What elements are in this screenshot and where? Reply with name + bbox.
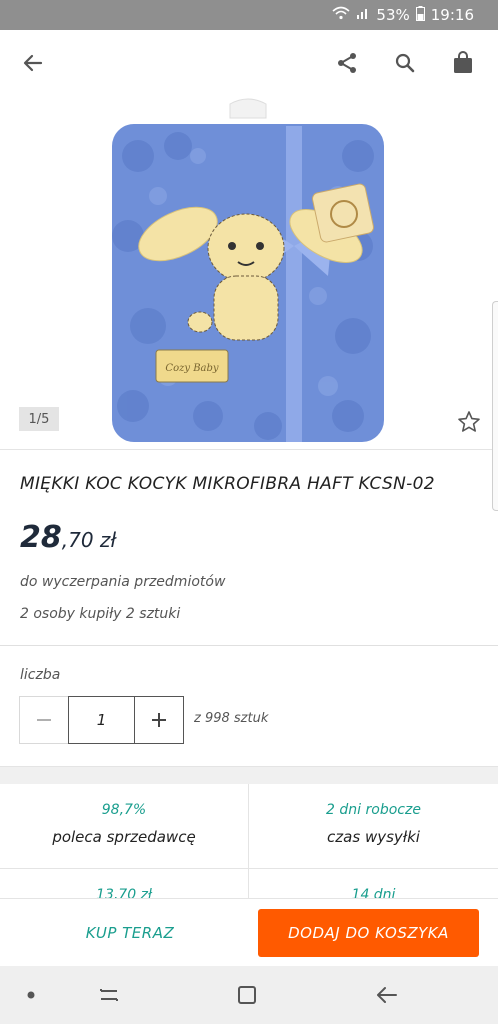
search-icon <box>395 53 415 73</box>
cart-button[interactable] <box>444 44 482 82</box>
dot-icon <box>27 991 35 999</box>
stat-value: 98,7% <box>101 802 147 818</box>
blanket-label-text: Cozy Baby <box>165 363 218 374</box>
home-square-icon <box>238 986 256 1004</box>
minus-icon <box>37 719 51 721</box>
quantity-label: liczba <box>20 667 61 683</box>
price-cents: ,70 zł <box>61 528 117 552</box>
star-outline-icon <box>458 411 480 432</box>
back-button[interactable] <box>14 44 52 82</box>
wifi-icon <box>332 6 350 24</box>
divider <box>0 645 498 646</box>
product-gallery[interactable]: Cozy Baby <box>0 96 498 511</box>
buy-now-button[interactable]: KUP TERAZ <box>20 909 240 957</box>
battery-percent: 53% <box>376 6 410 24</box>
action-bar: KUP TERAZ DODAJ DO KOSZYKA <box>0 898 498 966</box>
clock: 19:16 <box>430 6 474 24</box>
product-title: MIĘKKI KOC KOCYK MIKROFIBRA HAFT KCSN-02 <box>20 474 435 494</box>
recent-apps-button[interactable] <box>94 980 124 1010</box>
stat-recommend[interactable]: 98,7% poleca sprzedawcę <box>0 784 249 869</box>
decrement-button[interactable] <box>19 696 68 744</box>
stat-label: poleca sprzedawcę <box>52 828 196 846</box>
share-button[interactable] <box>328 44 366 82</box>
stat-label: czas wysyłki <box>327 828 420 846</box>
quantity-stepper: 1 <box>19 696 184 744</box>
gallery-scroll-handle[interactable] <box>492 301 498 511</box>
add-to-cart-button[interactable]: DODAJ DO KOSZYKA <box>258 909 479 957</box>
favorite-button[interactable] <box>455 408 483 436</box>
image-counter: 1/5 <box>19 407 59 431</box>
shopping-bag-icon <box>454 51 472 73</box>
signal-icon <box>356 6 370 24</box>
system-back-button[interactable] <box>372 980 402 1010</box>
stat-shipping-time[interactable]: 2 dni robocze czas wysyłki <box>249 784 498 869</box>
price-main: 28 <box>20 520 62 555</box>
nav-dot-button[interactable] <box>16 980 46 1010</box>
increment-button[interactable] <box>135 696 184 744</box>
app-bar <box>0 30 498 96</box>
product-photo[interactable]: Cozy Baby <box>88 96 408 446</box>
back-arrow-icon <box>23 54 43 72</box>
stat-value: 2 dni robocze <box>326 802 421 818</box>
status-bar: 53% 19:16 <box>0 0 498 30</box>
quantity-input[interactable]: 1 <box>68 696 135 744</box>
back-arrow-icon <box>377 987 397 1003</box>
product-price: 28,70 zł <box>20 520 116 555</box>
section-separator <box>0 766 498 784</box>
recent-apps-icon <box>100 989 118 1001</box>
plus-icon <box>152 713 166 727</box>
system-nav-bar <box>0 966 498 1024</box>
home-button[interactable] <box>232 980 262 1010</box>
search-button[interactable] <box>386 44 424 82</box>
purchases-text[interactable]: 2 osoby kupiły 2 sztuki <box>20 606 180 622</box>
battery-icon <box>415 5 425 25</box>
share-icon <box>338 53 356 73</box>
availability-text: do wyczerpania przedmiotów <box>20 574 226 590</box>
stock-text: z 998 sztuk <box>194 711 269 726</box>
